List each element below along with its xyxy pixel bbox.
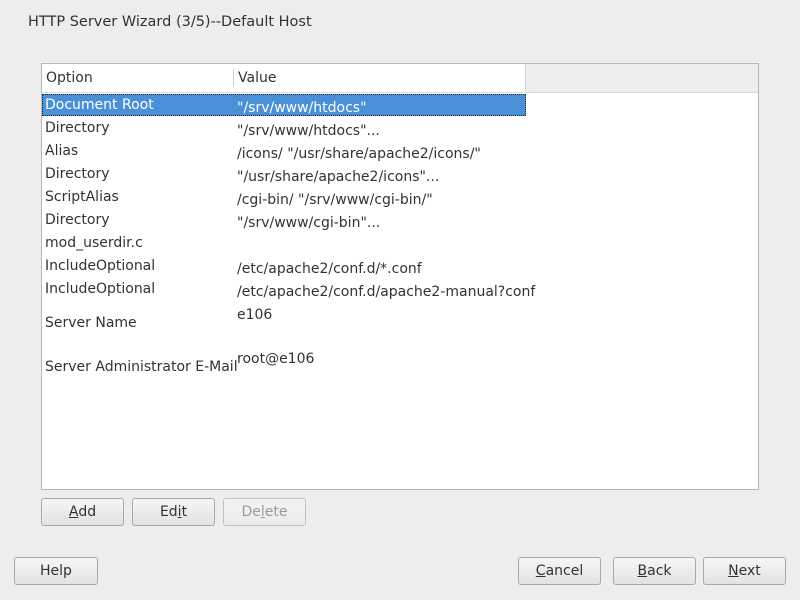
option-cell: IncludeOptional (45, 281, 156, 297)
options-table[interactable]: Option Value Document Root "/srv/www/htdo… (41, 63, 759, 490)
add-button[interactable]: Add (41, 498, 124, 526)
option-cell: Directory (45, 166, 110, 182)
column-header-value[interactable]: Value (238, 70, 276, 86)
table-header-filler (526, 64, 758, 93)
value-cell: /cgi-bin/ "/srv/www/cgi-bin/" (237, 192, 433, 208)
back-button[interactable]: Back (613, 557, 696, 585)
option-cell: Server Administrator E-Mail (45, 359, 238, 375)
option-cell: Document Root (45, 97, 154, 113)
cancel-button[interactable]: Cancel (518, 557, 601, 585)
help-button[interactable]: Help (14, 557, 98, 585)
table-row[interactable]: IncludeOptional/etc/apache2/conf.d/*.con… (42, 255, 526, 277)
window-title: HTTP Server Wizard (3/5)--Default Host (28, 14, 312, 30)
next-button[interactable]: Next (703, 557, 786, 585)
table-row[interactable]: IncludeOptional/etc/apache2/conf.d/apach… (42, 278, 535, 300)
value-cell: root@e106 (237, 351, 315, 367)
table-row[interactable]: ScriptAlias/cgi-bin/ "/srv/www/cgi-bin/" (42, 186, 526, 208)
table-row[interactable]: Directory "/srv/www/cgi-bin"... (42, 209, 526, 231)
option-cell: Directory (45, 212, 110, 228)
value-cell: /icons/ "/usr/share/apache2/icons/" (237, 146, 481, 162)
value-cell: "/srv/www/htdocs" (237, 100, 367, 116)
value-cell: "/usr/share/apache2/icons"... (237, 169, 440, 185)
column-header-option[interactable]: Option (46, 70, 93, 86)
table-row[interactable]: Alias/icons/ "/usr/share/apache2/icons/" (42, 140, 526, 162)
table-header: Option Value (42, 64, 526, 93)
table-row[interactable]: mod_userdir.c (42, 232, 526, 254)
column-separator[interactable] (233, 69, 234, 87)
option-cell: mod_userdir.c (45, 235, 143, 251)
option-cell: Server Name (45, 315, 137, 331)
table-row[interactable]: Server Administrator E-Mail root@e106 (42, 345, 526, 389)
option-cell: ScriptAlias (45, 189, 119, 205)
value-cell: e106 (237, 307, 273, 323)
value-cell: "/srv/www/cgi-bin"... (237, 215, 381, 231)
table-row[interactable]: Server Name e106 (42, 301, 526, 345)
table-row[interactable]: Directory "/usr/share/apache2/icons"... (42, 163, 526, 185)
edit-button[interactable]: Ed i t (132, 498, 215, 526)
option-cell: Alias (45, 143, 79, 159)
table-row[interactable]: Directory "/srv/www/htdocs"... (42, 117, 526, 139)
table-row[interactable]: Document Root "/srv/www/htdocs" (42, 94, 526, 116)
value-cell: /etc/apache2/conf.d/apache2-manual?conf (237, 284, 536, 300)
option-cell: IncludeOptional (45, 258, 156, 274)
value-cell: /etc/apache2/conf.d/*.conf (237, 261, 422, 277)
delete-button[interactable]: De l ete (223, 498, 306, 526)
option-cell: Directory (45, 120, 110, 136)
value-cell: "/srv/www/htdocs"... (237, 123, 380, 139)
